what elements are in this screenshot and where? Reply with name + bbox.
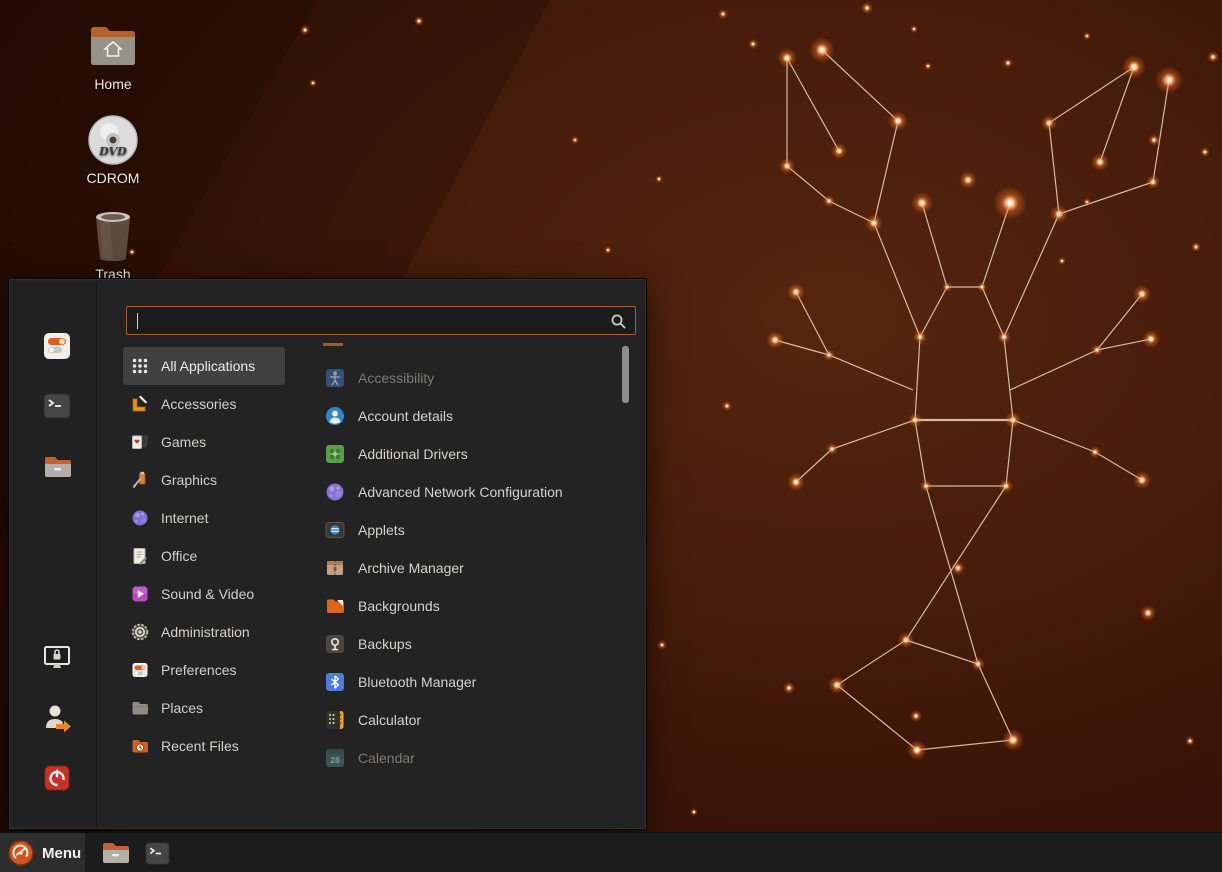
places-icon (131, 699, 149, 717)
backups-icon (325, 634, 345, 654)
internet-icon (131, 509, 149, 527)
app-additional-drivers[interactable]: Additional Drivers (309, 435, 621, 473)
dvd-disc-icon: DVD (65, 114, 161, 166)
application-menu: All Applications Accessories Games (8, 278, 647, 830)
text-caret (137, 313, 138, 329)
category-internet[interactable]: Internet (123, 499, 299, 537)
bluetooth-icon (325, 672, 345, 692)
search-icon (610, 313, 627, 335)
applets-icon (325, 520, 345, 540)
distro-logo-icon (8, 840, 34, 866)
category-list: All Applications Accessories Games (123, 347, 299, 765)
app-archive-manager[interactable]: Archive Manager (309, 549, 621, 587)
preferences-icon (131, 661, 149, 679)
svg-text:DVD: DVD (98, 145, 127, 158)
search-box (126, 306, 636, 335)
app-calendar[interactable]: 28 Calendar (309, 739, 621, 777)
additional-drivers-icon (325, 444, 345, 464)
advanced-network-icon (325, 482, 345, 502)
graphics-icon (131, 471, 149, 489)
category-preferences[interactable]: Preferences (123, 651, 299, 689)
desktop-icon-home[interactable]: Home (65, 20, 161, 92)
panel-file-manager-launcher[interactable] (98, 836, 132, 870)
desktop-icon-cdrom[interactable]: DVD CDROM (65, 114, 161, 186)
app-backups[interactable]: Backups (309, 625, 621, 663)
search-input[interactable] (127, 307, 635, 334)
category-recent-files[interactable]: Recent Files (123, 727, 299, 765)
category-all-applications[interactable]: All Applications (123, 347, 285, 385)
sound-video-icon (131, 585, 149, 603)
lock-screen-icon[interactable] (41, 642, 73, 674)
screen: Home DVD CDROM (0, 0, 1222, 872)
application-list: Accessibility Account details Additional… (309, 359, 621, 777)
apps-scrollbar-thumb[interactable] (622, 346, 629, 403)
calculator-icon (325, 710, 345, 730)
games-icon (131, 433, 149, 451)
file-manager-icon (100, 838, 130, 868)
file-manager-icon[interactable] (41, 451, 73, 483)
trash-can-icon (65, 210, 161, 262)
app-bluetooth-manager[interactable]: Bluetooth Manager (309, 663, 621, 701)
shutdown-icon[interactable] (41, 762, 73, 794)
desktop-icon-label: Home (65, 76, 161, 92)
category-accessories[interactable]: Accessories (123, 385, 299, 423)
accessibility-icon (325, 368, 345, 388)
desktop-icon-trash[interactable]: Trash (65, 210, 161, 282)
category-games[interactable]: Games (123, 423, 299, 461)
category-sound-video[interactable]: Sound & Video (123, 575, 299, 613)
menu-button-label: Menu (42, 845, 81, 862)
app-backgrounds[interactable]: Backgrounds (309, 587, 621, 625)
menu-button[interactable]: Menu (0, 833, 85, 872)
system-settings-icon[interactable] (41, 330, 73, 362)
category-administration[interactable]: Administration (123, 613, 299, 651)
recent-files-icon (131, 737, 149, 755)
svg-text:28: 28 (330, 755, 340, 765)
home-folder-icon (65, 20, 161, 72)
panel-terminal-launcher[interactable] (140, 836, 174, 870)
menu-sidebar (11, 281, 97, 827)
taskbar-panel: Menu (0, 832, 1222, 872)
terminal-icon[interactable] (41, 390, 73, 422)
logout-icon[interactable] (41, 702, 73, 734)
backgrounds-icon (325, 596, 345, 616)
app-account-details[interactable]: Account details (309, 397, 621, 435)
desktop-icon-label: CDROM (65, 170, 161, 186)
app-accessibility[interactable]: Accessibility (309, 359, 621, 397)
category-office[interactable]: Office (123, 537, 299, 575)
office-icon (131, 547, 149, 565)
calendar-icon: 28 (325, 748, 345, 768)
category-graphics[interactable]: Graphics (123, 461, 299, 499)
account-details-icon (325, 406, 345, 426)
accessories-icon (131, 395, 149, 413)
app-advanced-network-configuration[interactable]: Advanced Network Configuration (309, 473, 621, 511)
terminal-icon (144, 840, 171, 867)
app-applets[interactable]: Applets (309, 511, 621, 549)
archive-manager-icon (325, 558, 345, 578)
all-applications-icon (131, 357, 149, 375)
administration-icon (131, 623, 149, 641)
scroll-edge-indicator (323, 343, 343, 346)
category-places[interactable]: Places (123, 689, 299, 727)
app-calculator[interactable]: Calculator (309, 701, 621, 739)
